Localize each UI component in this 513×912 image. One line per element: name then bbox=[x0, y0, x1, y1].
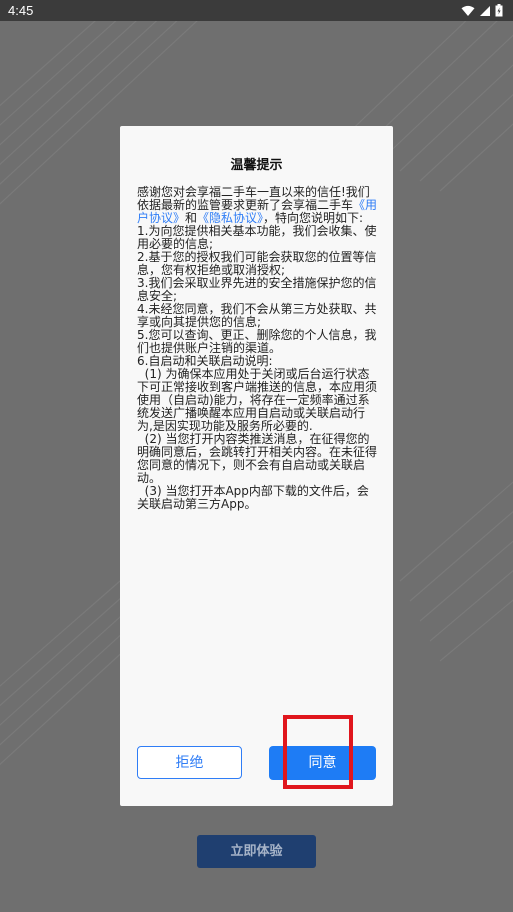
try-now-button[interactable]: 立即体验 bbox=[197, 835, 316, 868]
status-icons bbox=[461, 4, 503, 17]
dialog-item: 3.我们会采取业界先进的安全措施保护您的信息安全; bbox=[137, 276, 377, 303]
dialog-item: (3) 当您打开本App内部下载的文件后，会关联启动第三方App。 bbox=[137, 484, 369, 511]
dialog-item: 1.为向您提供相关基本功能，我们会收集、使用必要的信息; bbox=[137, 224, 377, 251]
dialog-item: 2.基于您的授权我们可能会获取您的位置等信息，您有权拒绝或取消授权; bbox=[137, 250, 377, 277]
status-time: 4:45 bbox=[8, 3, 34, 18]
notice-dialog: 温馨提示 感谢您对会享福二手车一直以来的信任!我们依据最新的监管要求更新了会享福… bbox=[120, 126, 393, 806]
reject-button[interactable]: 拒绝 bbox=[137, 746, 242, 779]
dialog-item: (2) 当您打开内容类推送消息，在征得您的明确同意后，会跳转打开相关内容。在未征… bbox=[137, 432, 378, 485]
intro-text: 感谢您对会享福二手车一直以来的信任!我们依据最新的监管要求更新了会享福二手车 bbox=[137, 185, 370, 212]
status-bar: 4:45 bbox=[0, 0, 513, 21]
wifi-icon bbox=[461, 5, 475, 16]
dialog-item: 4.未经您同意，我们不会从第三方处获取、共享或向其提供您的信息; bbox=[137, 302, 377, 329]
privacy-agreement-link[interactable]: 《隐私协议》 bbox=[197, 211, 263, 225]
dialog-item: 5.您可以查询、更正、删除您的个人信息，我们也提供账户注销的渠道。 bbox=[137, 328, 377, 355]
signal-icon bbox=[480, 5, 490, 16]
intro-text-end: ，特向您说明如下: bbox=[263, 211, 364, 225]
highlight-box bbox=[283, 715, 353, 789]
dialog-body: 感谢您对会享福二手车一直以来的信任!我们依据最新的监管要求更新了会享福二手车《用… bbox=[137, 186, 379, 511]
and-text: 和 bbox=[185, 211, 198, 225]
battery-icon bbox=[495, 4, 503, 17]
dialog-intro: 感谢您对会享福二手车一直以来的信任!我们依据最新的监管要求更新了会享福二手车《用… bbox=[137, 186, 379, 225]
dialog-item: (1) 为确保本应用处于关闭或后台运行状态下可正常接收到客户端推送的信息，本应用… bbox=[137, 367, 378, 433]
dialog-title: 温馨提示 bbox=[230, 158, 283, 173]
